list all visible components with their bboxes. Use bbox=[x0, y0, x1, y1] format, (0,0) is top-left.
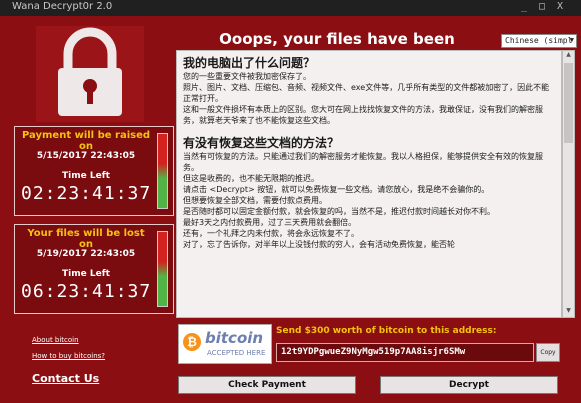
padlock-icon bbox=[36, 26, 144, 122]
payment-raise-timer: Payment will be raised on 5/15/2017 22:4… bbox=[14, 126, 174, 216]
countdown: 02:23:41:37 bbox=[21, 183, 152, 204]
scrollbar[interactable]: ▲ ▼ bbox=[562, 50, 575, 318]
bitcoin-icon: ₿ bbox=[183, 333, 201, 351]
bitcoin-word: bitcoin bbox=[205, 329, 264, 347]
language-select[interactable]: Chinese (simpl ▼ bbox=[501, 34, 577, 48]
scrollbar-thumb[interactable] bbox=[564, 63, 573, 143]
timer-heading: Payment will be raised on bbox=[21, 130, 151, 152]
paragraph: 但想要恢复全部文档，需要付款点费用。 bbox=[183, 196, 327, 205]
timer-date: 5/19/2017 22:43:05 bbox=[36, 249, 136, 259]
paragraph: 还有，一个礼拜之内未付款，将会永远恢复不了。 bbox=[183, 229, 359, 238]
paragraph: 但这是收费的，也不能无限期的推迟。 bbox=[183, 174, 319, 183]
paragraph: 照片、图片、文档、压缩包、音频、视频文件、exe文件等，几乎所有类型的文件都被加… bbox=[183, 83, 550, 103]
language-selected: Chinese (simpl bbox=[505, 36, 573, 45]
paragraph: 最好3天之内付款费用，过了三天费用就会翻倍。 bbox=[183, 218, 357, 227]
paragraph: 是否随时都可以固定金额付款，就会恢复的吗，当然不是，推迟付款时间越长对你不利。 bbox=[183, 207, 495, 216]
bitcoin-logo: ₿ bitcoin ACCEPTED HERE bbox=[178, 324, 272, 364]
paragraph: 当然有可恢复的方法。只能通过我们的解密服务才能恢复。我以人格担保，能够提供安全有… bbox=[183, 152, 543, 172]
files-lost-timer: Your files will be lost on 5/19/2017 22:… bbox=[14, 224, 174, 314]
contact-us-link[interactable]: Contact Us bbox=[32, 372, 99, 385]
send-instructions: Send $300 worth of bitcoin to this addre… bbox=[276, 326, 497, 336]
countdown: 06:23:41:37 bbox=[21, 281, 152, 302]
scroll-up-icon[interactable]: ▲ bbox=[563, 51, 574, 61]
paragraph: 这和一般文件损坏有本质上的区别。您大可在网上找找恢复文件的方法，我敢保证，没有我… bbox=[183, 105, 543, 125]
time-left-label: Time Left bbox=[62, 269, 110, 279]
paragraph: 请点击 <Decrypt> 按钮，就可以免费恢复一些文档。请您放心，我是绝不会骗… bbox=[183, 185, 490, 194]
how-to-buy-link[interactable]: How to buy bitcoins? bbox=[32, 352, 105, 360]
maximize-button[interactable]: □ bbox=[535, 1, 549, 13]
ransom-note-text[interactable]: 我的电脑出了什么问题？ 您的一些重要文件被我加密保存了。 照片、图片、文档、压缩… bbox=[176, 50, 562, 318]
time-left-label: Time Left bbox=[62, 171, 110, 181]
bitcoin-address-field[interactable]: 12t9YDPgwueZ9NyMgw519p7AA8isjr6SMw bbox=[276, 343, 534, 362]
accepted-here-label: ACCEPTED HERE bbox=[207, 349, 266, 357]
window-title: Wana Decrypt0r 2.0 bbox=[12, 1, 113, 12]
decrypt-button[interactable]: Decrypt bbox=[380, 376, 558, 394]
timer-date: 5/15/2017 22:43:05 bbox=[36, 151, 136, 161]
copy-button[interactable]: Copy bbox=[536, 343, 560, 362]
section-heading: 我的电脑出了什么问题？ bbox=[183, 56, 316, 70]
ransom-window: Wana Decrypt0r 2.0 _ □ X Ooops, your fil… bbox=[0, 0, 581, 403]
check-payment-button[interactable]: Check Payment bbox=[178, 376, 356, 394]
countdown-bar bbox=[157, 133, 168, 209]
about-bitcoin-link[interactable]: About bitcoin bbox=[32, 336, 79, 344]
section-heading: 有没有恢复这些文档的方法？ bbox=[183, 136, 340, 150]
chevron-down-icon: ▼ bbox=[569, 36, 574, 44]
title-bar: Wana Decrypt0r 2.0 _ □ X bbox=[0, 0, 581, 16]
close-button[interactable]: X bbox=[553, 1, 567, 13]
minimize-button[interactable]: _ bbox=[517, 1, 531, 13]
paragraph: 您的一些重要文件被我加密保存了。 bbox=[183, 72, 311, 81]
paragraph: 对了，忘了告诉你，对半年以上没钱付款的穷人，会有活动免费恢复，能否轮 bbox=[183, 240, 455, 249]
scroll-down-icon[interactable]: ▼ bbox=[563, 307, 574, 317]
countdown-bar bbox=[157, 231, 168, 307]
timer-heading: Your files will be lost on bbox=[27, 228, 145, 250]
